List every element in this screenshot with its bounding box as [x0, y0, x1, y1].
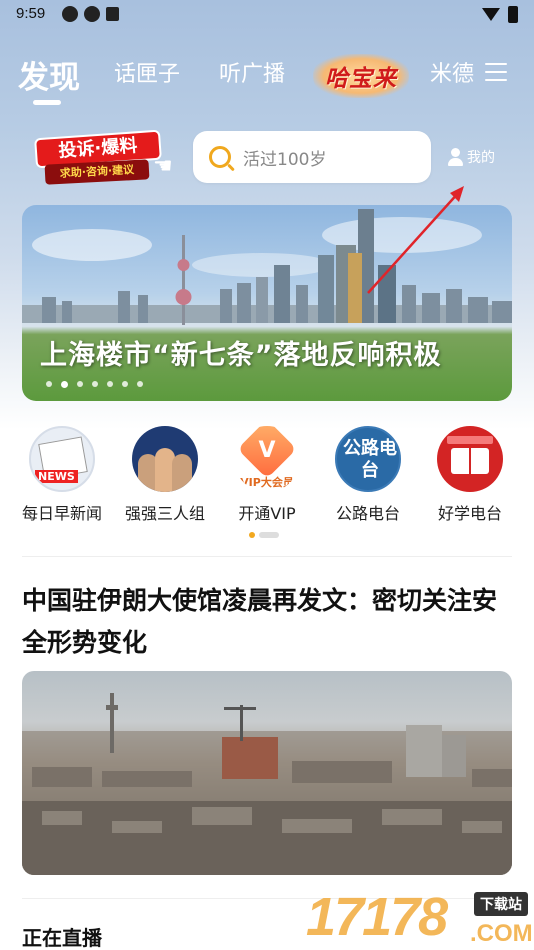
- pointing-hand-icon: ☚: [153, 154, 173, 179]
- study-radio-icon: [437, 426, 503, 492]
- wifi-icon: [482, 8, 500, 21]
- complaint-subtitle: 求助·咨询·建议: [44, 159, 150, 185]
- promo-logo[interactable]: 哈宝来: [313, 54, 409, 98]
- banner-dot: [122, 381, 128, 387]
- vip-badge: VIP大会员: [240, 476, 294, 489]
- pager-dot: [259, 532, 279, 538]
- newspaper-icon: NEWS: [29, 426, 95, 492]
- banner-dot: [92, 381, 98, 387]
- active-tab-indicator: [33, 100, 61, 105]
- tab-discover[interactable]: 发现: [18, 52, 80, 97]
- a-notification-icon: [106, 7, 119, 21]
- watermark-suffix: .COM: [470, 920, 533, 947]
- shortcut-vip[interactable]: V VIP大会员 开通VIP: [217, 426, 317, 524]
- divider: [22, 556, 512, 557]
- mine-label: 我的: [467, 150, 495, 166]
- shortcut-daily-news[interactable]: NEWS 每日早新闻: [12, 426, 112, 524]
- tab-listen-radio[interactable]: 听广播: [219, 56, 285, 88]
- watermark-tag: 下载站: [474, 892, 528, 916]
- search-placeholder: 活过100岁: [243, 149, 327, 170]
- shortcut-label: 好学电台: [437, 504, 502, 523]
- road-radio-icon: 公路电台: [335, 426, 401, 492]
- news-badge: NEWS: [35, 470, 78, 483]
- shortcut-pager: [249, 532, 279, 538]
- promo-logo-text: 哈宝来: [325, 66, 397, 92]
- shortcut-label: 公路电台: [335, 504, 400, 523]
- banner-dot-active: [61, 380, 68, 388]
- shortcut-label: 强强三人组: [124, 504, 205, 523]
- watermark-logo: 17178 下载站 .COM: [306, 884, 534, 950]
- notification-icons: [62, 6, 119, 22]
- banner-caption: 上海楼市“新七条”落地反响积极: [40, 340, 442, 371]
- vip-icon: V VIP大会员: [234, 426, 300, 492]
- status-bar: 9:59: [0, 0, 534, 30]
- battery-icon: [508, 6, 518, 23]
- headline-photo[interactable]: [22, 671, 512, 875]
- app-notification-icon: [62, 6, 78, 22]
- live-section-title: 正在直播: [22, 926, 102, 950]
- search-icon: [209, 146, 231, 168]
- headline-title[interactable]: 中国驻伊朗大使馆凌晨再发文：密切关注安全形势变化: [22, 580, 514, 664]
- complaint-report-button[interactable]: 投诉·爆料 求助·咨询·建议 ☚: [27, 129, 177, 185]
- user-icon: [447, 148, 463, 166]
- banner-dot: [77, 381, 83, 387]
- app-notification-icon: [84, 6, 100, 22]
- shortcut-three-hosts[interactable]: 强强三人组: [115, 426, 215, 524]
- status-time: 9:59: [16, 5, 46, 22]
- shortcut-road-radio[interactable]: 公路电台 公路电台: [318, 426, 418, 524]
- banner-pagination: [46, 380, 143, 388]
- mine-button[interactable]: 我的: [447, 147, 495, 167]
- system-icons: [482, 6, 518, 23]
- shortcut-row: NEWS 每日早新闻 强强三人组 V VIP大会员 开通VIP 公路电台 公路电…: [0, 426, 534, 526]
- shortcut-label: 每日早新闻: [21, 504, 102, 523]
- tab-chatbox[interactable]: 话匣子: [114, 56, 180, 88]
- city-photo: [22, 693, 512, 875]
- shortcut-study-radio[interactable]: 好学电台: [420, 426, 520, 524]
- red-arrow-annotation: [367, 186, 464, 294]
- banner-dot: [137, 381, 143, 387]
- search-input[interactable]: 活过100岁: [193, 131, 431, 183]
- menu-icon[interactable]: [485, 63, 507, 81]
- banner-dot: [107, 381, 113, 387]
- three-hosts-icon: [132, 426, 198, 492]
- shortcut-label: 开通VIP: [238, 504, 296, 523]
- pager-dot-active: [249, 532, 255, 538]
- top-nav: 发现 话匣子 听广播 哈宝来 米德: [0, 48, 534, 108]
- banner-dot: [46, 381, 52, 387]
- tab-mide[interactable]: 米德: [430, 56, 474, 88]
- road-radio-badge: 公路电台: [343, 438, 397, 481]
- watermark-digits: 17178: [306, 887, 448, 947]
